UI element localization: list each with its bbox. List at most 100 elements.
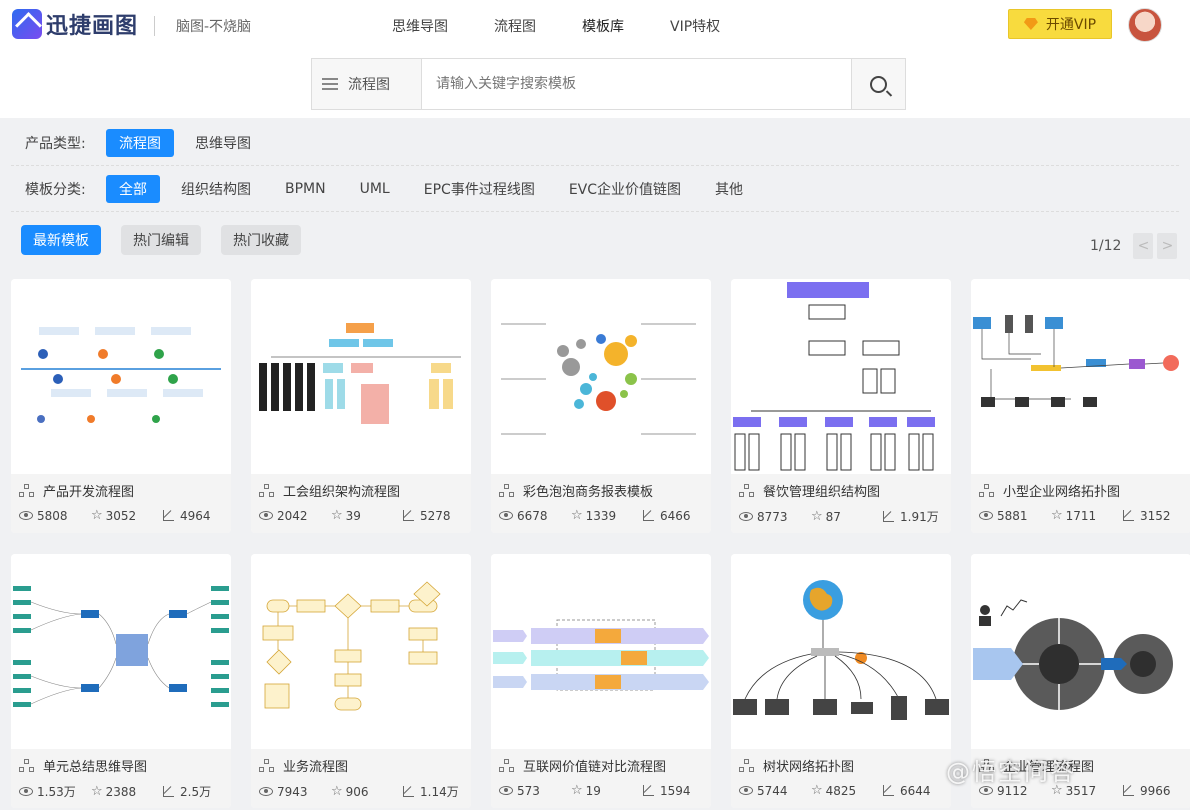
template-thumbnail — [11, 554, 231, 749]
view-count: 1.53万 — [37, 785, 76, 799]
brand-name: 迅捷画图 — [46, 14, 139, 39]
product-option-flowchart[interactable]: 流程图 — [106, 128, 174, 157]
template-card[interactable]: 小型企业网络拓扑图 5881 ☆ 1711 3152 — [971, 279, 1190, 533]
views-icon — [19, 511, 33, 520]
nav-flowchart[interactable]: 流程图 — [494, 16, 536, 36]
star-icon: ☆ — [91, 784, 103, 799]
view-count: 2042 — [277, 508, 308, 523]
template-card[interactable]: 树状网络拓扑图 5744 ☆ 4825 6644 — [731, 554, 951, 808]
edit-count: 1.91万 — [900, 510, 939, 524]
category-label: 模板分类: — [25, 181, 86, 198]
template-card[interactable]: 餐饮管理组织结构图 8773 ☆ 87 1.91万 — [731, 279, 951, 533]
user-avatar[interactable] — [1128, 8, 1162, 42]
star-count: 4825 — [825, 783, 857, 798]
star-count: 1711 — [1065, 508, 1097, 523]
org-tree-icon — [739, 758, 755, 773]
org-tree-icon — [499, 483, 515, 498]
edit-count: 9966 — [1140, 783, 1171, 798]
search-bar: 流程图 — [311, 58, 906, 110]
category-epc[interactable]: EPC事件过程线图 — [411, 175, 548, 203]
view-count: 6678 — [517, 508, 548, 523]
template-title: 工会组织架构流程图 — [283, 485, 401, 500]
edit-icon — [403, 786, 414, 797]
template-info: 工会组织架构流程图 2042 ☆ 39 5278 — [251, 474, 471, 533]
views-icon — [259, 787, 273, 796]
category-bpmn[interactable]: BPMN — [272, 177, 339, 201]
sort-tabs: 最新模板 热门编辑 热门收藏 — [21, 225, 321, 255]
template-info: 小型企业网络拓扑图 5881 ☆ 1711 3152 — [971, 474, 1190, 533]
org-tree-icon — [979, 483, 995, 498]
views-icon — [739, 512, 753, 521]
tab-hot-edit[interactable]: 热门编辑 — [121, 225, 201, 255]
edit-icon — [163, 510, 174, 521]
template-info: 彩色泡泡商务报表模板 6678 ☆ 1339 6466 — [491, 474, 711, 533]
next-page-button[interactable]: > — [1157, 233, 1178, 259]
view-count: 7943 — [277, 784, 308, 799]
template-thumbnail — [731, 279, 951, 474]
main-nav: 思维导图 流程图 模板库 VIP特权 — [392, 16, 766, 36]
view-count: 573 — [517, 783, 540, 798]
template-thumbnail — [251, 279, 471, 474]
product-type-label: 产品类型: — [25, 135, 86, 152]
category-uml[interactable]: UML — [347, 177, 403, 201]
tab-newest[interactable]: 最新模板 — [21, 225, 101, 255]
star-count: 19 — [585, 783, 601, 798]
star-icon: ☆ — [571, 783, 583, 798]
edit-count: 6466 — [660, 508, 691, 523]
search-type-label: 流程图 — [348, 77, 390, 93]
template-title: 业务流程图 — [283, 760, 349, 775]
edit-count: 5278 — [420, 508, 451, 523]
org-tree-icon — [259, 483, 275, 498]
product-option-mindmap[interactable]: 思维导图 — [182, 129, 264, 157]
star-count: 39 — [345, 508, 361, 523]
filter-panel: 产品类型: 流程图 思维导图 模板分类: 全部 组织结构图 BPMN UML E… — [11, 120, 1179, 212]
category-org-chart[interactable]: 组织结构图 — [168, 175, 264, 203]
edit-icon — [163, 786, 174, 797]
template-card[interactable]: 互联网价值链对比流程图 573 ☆ 19 1594 — [491, 554, 711, 808]
vip-button-label: 开通VIP — [1045, 17, 1097, 33]
category-other[interactable]: 其他 — [702, 175, 756, 203]
brand-logo[interactable]: 迅捷画图 — [12, 8, 138, 40]
template-info: 产品开发流程图 5808 ☆ 3052 4964 — [11, 474, 231, 533]
edit-icon — [883, 785, 894, 796]
slogan: 脑图-不烧脑 — [176, 19, 252, 35]
template-title: 互联网价值链对比流程图 — [523, 760, 667, 775]
search-button[interactable] — [851, 59, 905, 109]
category-all[interactable]: 全部 — [106, 174, 160, 203]
template-thumbnail — [11, 279, 231, 474]
nav-template-library[interactable]: 模板库 — [582, 16, 624, 36]
star-icon: ☆ — [811, 783, 823, 798]
template-info: 餐饮管理组织结构图 8773 ☆ 87 1.91万 — [731, 474, 951, 533]
org-tree-icon — [19, 483, 35, 498]
template-title: 餐饮管理组织结构图 — [763, 485, 881, 500]
watermark: @悟空问答 — [946, 758, 1076, 786]
template-info: 单元总结思维导图 1.53万 ☆ 2388 2.5万 — [11, 749, 231, 808]
template-card[interactable]: 工会组织架构流程图 2042 ☆ 39 5278 — [251, 279, 471, 533]
tab-hot-favorite[interactable]: 热门收藏 — [221, 225, 301, 255]
prev-page-button[interactable]: < — [1133, 233, 1154, 259]
open-vip-button[interactable]: 开通VIP — [1008, 9, 1112, 39]
views-icon — [979, 511, 993, 520]
pagination: 1/12 < > — [1090, 233, 1178, 259]
page-indicator: 1/12 — [1090, 238, 1122, 254]
template-title: 树状网络拓扑图 — [763, 760, 855, 775]
search-type-select[interactable]: 流程图 — [312, 59, 422, 109]
template-card[interactable]: 业务流程图 7943 ☆ 906 1.14万 — [251, 554, 471, 808]
view-count: 5881 — [997, 508, 1028, 523]
star-icon: ☆ — [91, 508, 103, 523]
template-card[interactable]: 单元总结思维导图 1.53万 ☆ 2388 2.5万 — [11, 554, 231, 808]
star-icon: ☆ — [571, 508, 583, 523]
nav-mindmap[interactable]: 思维导图 — [392, 16, 448, 36]
template-card[interactable]: 产品开发流程图 5808 ☆ 3052 4964 — [11, 279, 231, 533]
category-evc[interactable]: EVC企业价值链图 — [556, 175, 694, 203]
template-card[interactable]: 彩色泡泡商务报表模板 6678 ☆ 1339 6466 — [491, 279, 711, 533]
star-icon: ☆ — [811, 509, 823, 524]
template-info: 互联网价值链对比流程图 573 ☆ 19 1594 — [491, 749, 711, 808]
nav-vip[interactable]: VIP特权 — [670, 16, 720, 36]
star-count: 3052 — [105, 508, 137, 523]
diamond-icon — [1023, 18, 1038, 30]
template-thumbnail — [491, 554, 711, 749]
views-icon — [19, 787, 33, 796]
edit-icon — [1123, 510, 1134, 521]
search-input[interactable] — [422, 59, 851, 109]
